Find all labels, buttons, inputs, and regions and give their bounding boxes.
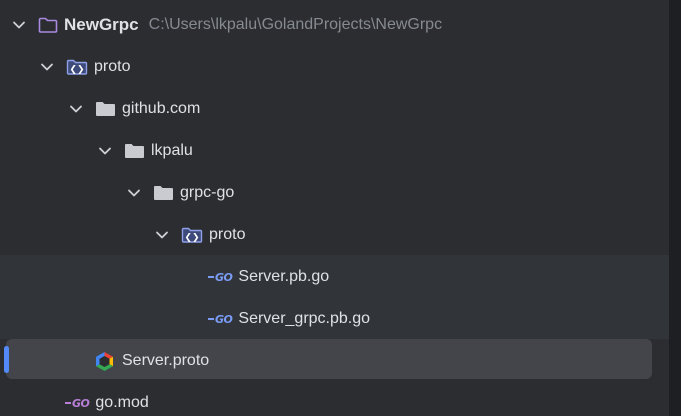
tree-node-server-grpc-pb-go[interactable]: GO Server_grpc.pb.go [208, 298, 370, 340]
folder-icon [153, 184, 174, 202]
tree-node-grpc-go[interactable]: grpc-go [127, 172, 234, 214]
chevron-down-icon[interactable] [12, 18, 26, 32]
tree-node-server-proto[interactable]: Server.proto [94, 340, 209, 382]
chevron-down-icon[interactable] [127, 186, 141, 200]
node-label: grpc-go [180, 184, 235, 201]
go-file-icon: GO [208, 270, 233, 284]
row-highlight [0, 255, 669, 297]
node-label: go.mod [95, 394, 149, 411]
node-label: Server.proto [122, 352, 210, 369]
node-label: github.com [122, 100, 201, 117]
go-badge: GO [215, 270, 233, 284]
tree-node-server-pb-go[interactable]: GO Server.pb.go [208, 256, 329, 298]
go-badge: GO [215, 312, 233, 326]
proto-folder-icon: ❮❯ [66, 58, 88, 76]
protobuf-file-icon [94, 351, 115, 372]
svg-text:❮❯: ❮❯ [69, 65, 84, 75]
proto-folder-icon: ❮❯ [181, 226, 203, 244]
scrollbar-track[interactable] [669, 0, 681, 416]
chevron-down-icon[interactable] [98, 144, 112, 158]
node-label: proto [209, 226, 246, 243]
project-folder-icon [38, 16, 58, 34]
tree-node-proto-inner[interactable]: ❮❯ proto [155, 214, 245, 256]
project-path: C:\Users\lkpalu\GolandProjects\NewGrpc [148, 16, 443, 33]
tree-node-project-root[interactable]: NewGrpc C:\Users\lkpalu\GolandProjects\N… [12, 4, 442, 46]
tree-node-proto[interactable]: ❮❯ proto [40, 46, 130, 88]
node-label: lkpalu [151, 142, 193, 159]
tree-node-user[interactable]: lkpalu [98, 130, 193, 172]
node-label: proto [94, 58, 131, 75]
tree-node-github[interactable]: github.com [69, 88, 200, 130]
folder-icon [124, 142, 145, 160]
chevron-down-icon[interactable] [69, 102, 83, 116]
folder-icon [95, 100, 116, 118]
tree-node-go-mod[interactable]: GO go.mod [65, 382, 149, 416]
go-badge: GO [72, 396, 90, 410]
chevron-down-icon[interactable] [40, 60, 54, 74]
go-mod-file-icon: GO [65, 396, 90, 410]
focus-indicator [4, 346, 9, 373]
project-name: NewGrpc [64, 15, 139, 34]
chevron-down-icon[interactable] [155, 228, 169, 242]
svg-text:❮❯: ❮❯ [184, 233, 199, 243]
go-file-icon: GO [208, 312, 233, 326]
project-tree: NewGrpc C:\Users\lkpalu\GolandProjects\N… [0, 0, 669, 416]
node-label: Server.pb.go [238, 268, 330, 285]
node-label: Server_grpc.pb.go [238, 310, 371, 327]
